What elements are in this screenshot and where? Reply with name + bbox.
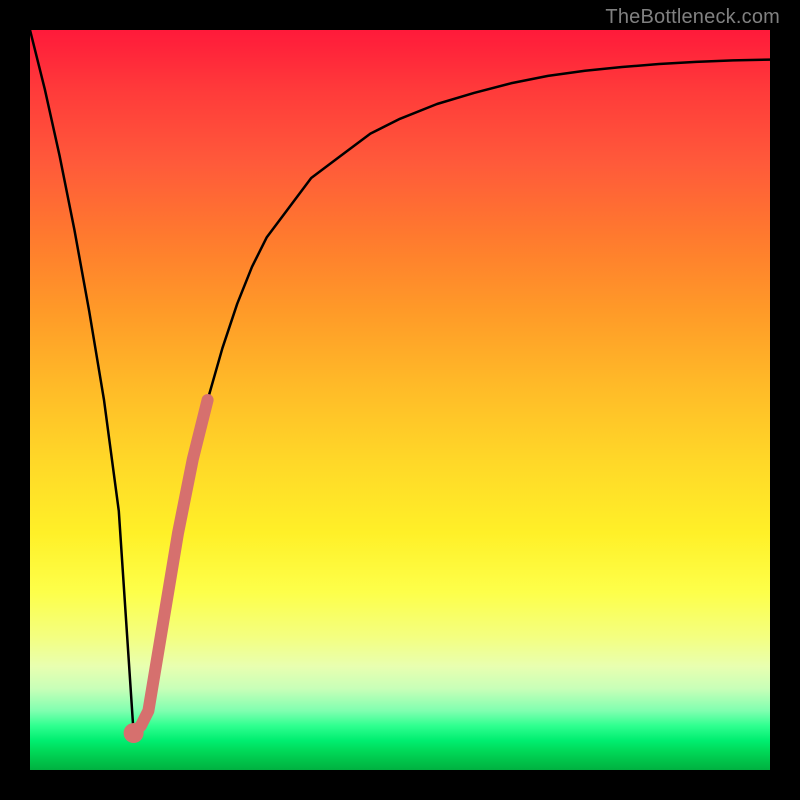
watermark-text: TheBottleneck.com	[605, 6, 780, 29]
highlight-segment	[124, 400, 208, 743]
bottleneck-curve	[30, 30, 770, 733]
plot-area	[30, 30, 770, 770]
chart-frame: { "watermark": "TheBottleneck.com", "col…	[0, 0, 800, 800]
highlight-line	[134, 400, 208, 733]
chart-svg	[30, 30, 770, 770]
curve-line	[30, 30, 770, 733]
highlight-endpoint	[124, 723, 144, 743]
